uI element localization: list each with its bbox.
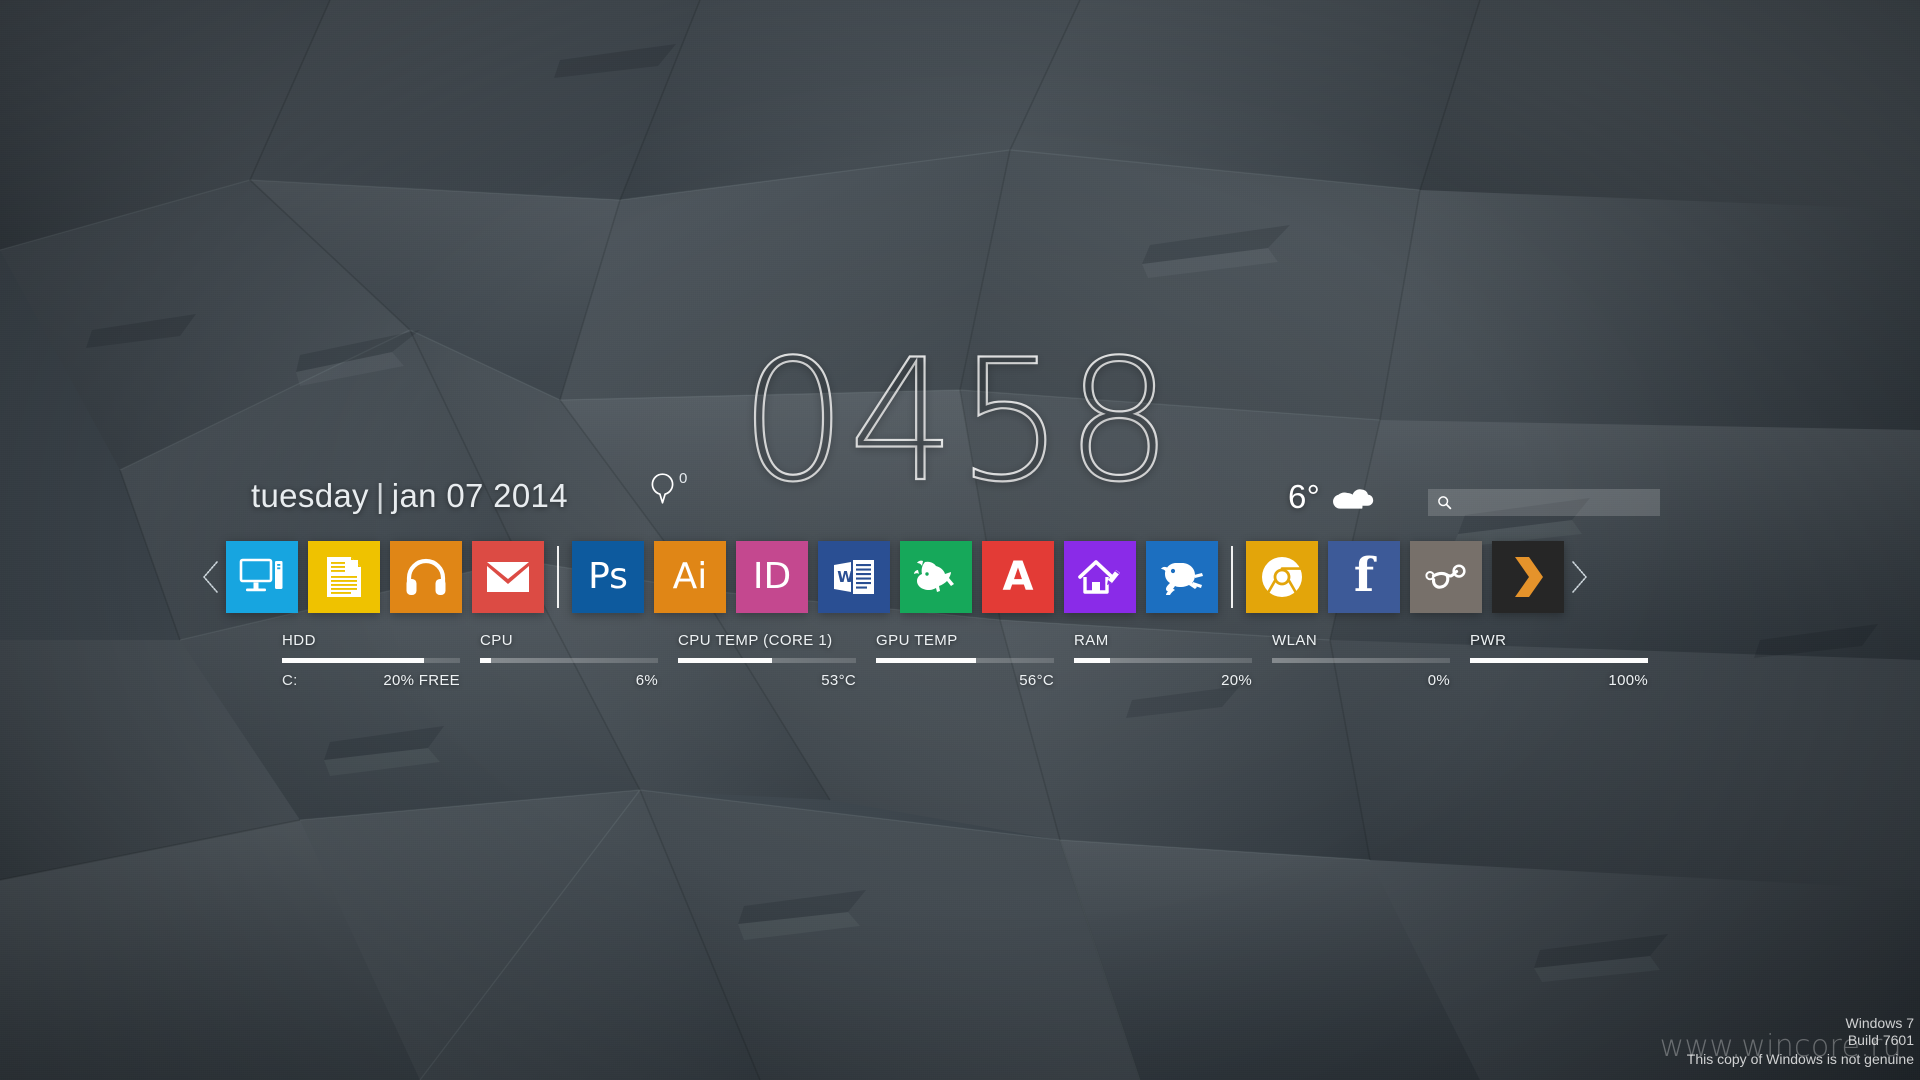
dock-separator-1 [557, 546, 559, 608]
monitor-value: 20% [1221, 672, 1252, 689]
dock-tile-indesign[interactable]: ID [736, 541, 808, 613]
monitor-pwr: PWR 100% [1470, 632, 1648, 689]
watermark-line-3: This copy of Windows is not genuine [1686, 1050, 1914, 1067]
dock-tile-chrome[interactable] [1246, 541, 1318, 613]
dock-next-arrow[interactable] [1564, 540, 1594, 614]
id-icon: ID [752, 556, 792, 597]
location-value: 0 [679, 470, 688, 487]
monitor-value: 0% [1427, 672, 1450, 689]
monitor-track [678, 658, 856, 663]
ps-icon: Ps [588, 556, 628, 597]
monitor-value: 53°C [821, 672, 856, 689]
frog-icon [1161, 563, 1203, 595]
monitor-fill [876, 658, 976, 663]
chevron-right-icon [1572, 561, 1587, 593]
chevron-left-icon [203, 561, 218, 593]
watermark-line-2: Build 7601 [1847, 1032, 1914, 1048]
steam-icon [1425, 564, 1466, 589]
watermark-line-1: Windows 7 [1845, 1014, 1914, 1031]
rainmeter-widget-layer: 0458 tuesday | jan 07 2014 0 6° Ps Ai ID… [0, 0, 1920, 1080]
monitor-wlan: WLAN 0% [1272, 632, 1450, 689]
dock-group-system [226, 541, 544, 613]
windows-activation-watermark: Windows 7 Build 7601 This copy of Window… [1687, 1015, 1914, 1069]
document-icon [327, 557, 361, 597]
monitor-value: 56°C [1019, 672, 1054, 689]
monitor-label: RAM [1074, 632, 1109, 649]
monitor-track [1272, 658, 1450, 663]
dock-tile-vray-frog[interactable] [1146, 541, 1218, 613]
monitor-value: 100% [1608, 672, 1648, 689]
dock-tile-autocad[interactable]: A [982, 541, 1054, 613]
location-pin-icon [650, 472, 675, 505]
date-separator: | [375, 477, 385, 514]
monitor-ram: RAM 20% [1074, 632, 1252, 689]
monitor-label: PWR [1470, 632, 1507, 649]
monitor-label: GPU TEMP [876, 632, 958, 649]
monitor-left-text: C: [282, 672, 298, 689]
house-pencil-icon [1078, 560, 1120, 594]
dock-tile-word[interactable]: W [818, 541, 890, 613]
word-icon: W [834, 560, 874, 594]
monitor-cpu-temp: CPU TEMP (CORE 1) 53°C [678, 632, 856, 689]
cloudy-icon [1331, 482, 1383, 512]
dock-tile-gmail[interactable] [472, 541, 544, 613]
dock-group-internet: f [1246, 541, 1564, 613]
monitor-label: WLAN [1272, 632, 1318, 649]
monitor-label: CPU TEMP (CORE 1) [678, 632, 833, 649]
autocad-icon: A [1002, 554, 1034, 600]
chrome-icon [1262, 557, 1303, 600]
facebook-icon: f [1353, 547, 1375, 603]
dock-tile-photoshop[interactable]: Ps [572, 541, 644, 613]
monitor-hdd: HDD C: 20% FREE [282, 632, 460, 689]
headphones-icon [406, 558, 446, 595]
dock-separator-2 [1231, 546, 1233, 608]
computer-icon [239, 558, 283, 592]
monitor-fill [1470, 658, 1648, 663]
dock-tile-my-computer[interactable] [226, 541, 298, 613]
monitor-track [282, 658, 460, 663]
clock-widget: 0458 [739, 336, 1174, 506]
app-dock: Ps Ai ID W A f [196, 540, 1594, 614]
monitor-label: CPU [480, 632, 514, 649]
search-bar[interactable] [1428, 489, 1660, 516]
rhino-icon [914, 560, 954, 592]
system-monitors: HDD C: 20% FREE CPU 6% CPU TEMP (CORE 1) [282, 632, 1648, 689]
weather-temperature: 6° [1288, 478, 1321, 515]
date-weekday: tuesday [251, 477, 369, 514]
dock-tile-music[interactable] [390, 541, 462, 613]
monitor-fill [480, 658, 491, 663]
monitor-track [876, 658, 1054, 663]
date-value: jan 07 2014 [391, 477, 568, 514]
search-icon [1437, 495, 1452, 510]
monitor-track [480, 658, 658, 663]
svg-text:W: W [837, 568, 854, 586]
dock-tile-plex[interactable] [1492, 541, 1564, 613]
monitor-gpu-temp: GPU TEMP 56°C [876, 632, 1054, 689]
dock-tile-facebook[interactable]: f [1328, 541, 1400, 613]
dock-tile-rhinoceros[interactable] [900, 541, 972, 613]
ai-icon: Ai [672, 556, 708, 597]
date-widget: tuesday | jan 07 2014 [251, 477, 568, 515]
clock-time: 0458 [739, 323, 1175, 519]
location-widget: 0 [650, 470, 688, 505]
monitor-track [1470, 658, 1648, 663]
dock-tile-documents[interactable] [308, 541, 380, 613]
monitor-fill [282, 658, 425, 663]
dock-tile-steam[interactable] [1410, 541, 1482, 613]
weather-widget: 6° [1288, 478, 1383, 516]
monitor-fill [1074, 658, 1110, 663]
monitor-label: HDD [282, 632, 316, 649]
search-input[interactable] [1452, 489, 1660, 516]
monitor-cpu: CPU 6% [480, 632, 658, 689]
dock-group-creative: Ps Ai ID W A [572, 541, 1218, 613]
monitor-fill [678, 658, 773, 663]
monitor-value: 20% FREE [383, 672, 460, 689]
dock-tile-sketchup[interactable] [1064, 541, 1136, 613]
monitor-value: 6% [635, 672, 658, 689]
envelope-icon [487, 562, 529, 592]
dock-tile-illustrator[interactable]: Ai [654, 541, 726, 613]
plex-icon [1515, 557, 1543, 597]
monitor-track [1074, 658, 1252, 663]
dock-prev-arrow[interactable] [196, 540, 226, 614]
